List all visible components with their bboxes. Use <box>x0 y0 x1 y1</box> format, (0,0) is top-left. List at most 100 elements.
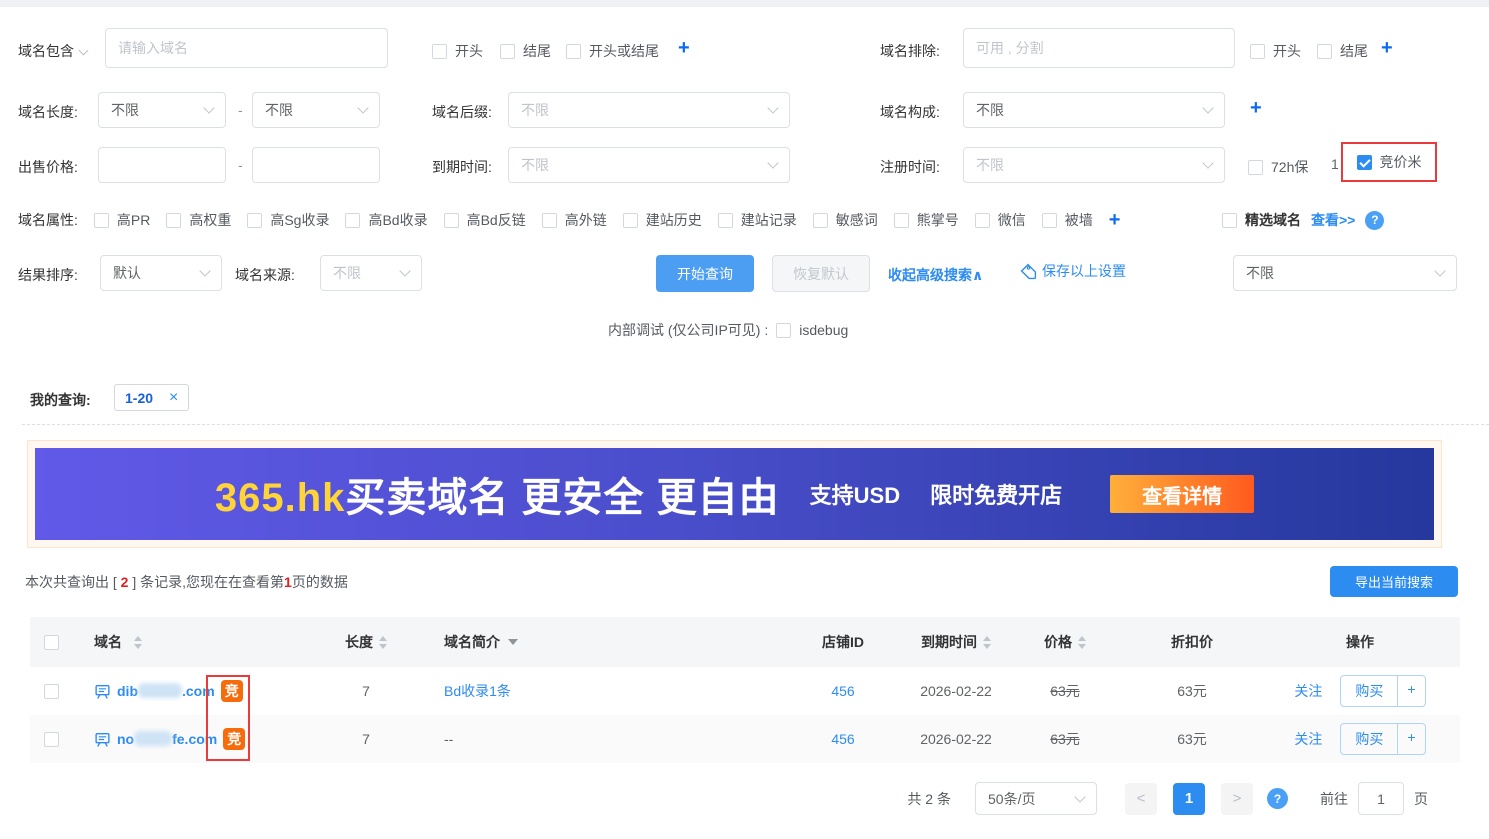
length-min-select[interactable]: 不限 <box>98 92 226 128</box>
sort-icon[interactable] <box>983 636 991 649</box>
checkbox-attr-sg[interactable]: 高Sg收录 <box>247 210 329 230</box>
source-select[interactable]: 不限 <box>320 255 422 291</box>
suffix-select[interactable]: 不限 <box>508 92 790 128</box>
collapse-advanced-link[interactable]: 收起高级搜索∧ <box>888 265 983 285</box>
row-checkbox[interactable] <box>44 684 59 699</box>
close-icon[interactable]: × <box>169 390 178 406</box>
checkbox-featured[interactable]: 精选域名 <box>1222 210 1301 230</box>
checkbox-contain-startend[interactable]: 开头或结尾 <box>566 41 659 61</box>
prev-page-button[interactable]: < <box>1125 783 1157 815</box>
checkbox-contain-start[interactable]: 开头 <box>432 41 483 61</box>
checkbox-box-checked[interactable] <box>1357 155 1372 170</box>
length-max-select[interactable]: 不限 <box>252 92 380 128</box>
follow-link[interactable]: 关注 <box>1294 681 1322 701</box>
sort-icon[interactable] <box>1078 636 1086 649</box>
checkbox-attr-weight[interactable]: 高权重 <box>166 210 231 230</box>
checkbox-72h[interactable]: 72h保 <box>1248 157 1308 177</box>
add-contain-condition-button[interactable]: + <box>678 38 690 58</box>
price-min-input[interactable] <box>98 147 226 183</box>
right-filter-select[interactable]: 不限 <box>1233 255 1457 291</box>
checkbox-box[interactable] <box>776 323 791 338</box>
domain-exclude-input[interactable] <box>963 28 1235 68</box>
checkbox-auction[interactable]: 竞价米 <box>1357 152 1422 172</box>
sort-select[interactable]: 默认 <box>100 255 222 291</box>
checkbox-box[interactable] <box>623 213 638 228</box>
intro-link[interactable]: Bd收录1条 <box>444 681 511 701</box>
regtime-select[interactable]: 不限 <box>963 147 1225 183</box>
header-intro[interactable]: 域名简介 <box>416 632 780 652</box>
query-tag[interactable]: 1-20 × <box>114 384 189 411</box>
checkbox-attr-bd-include[interactable]: 高Bd收录 <box>345 210 427 230</box>
checkbox-exclude-start[interactable]: 开头 <box>1250 41 1301 61</box>
add-compose-condition-button[interactable]: + <box>1250 98 1262 118</box>
header-expire[interactable]: 到期时间 <box>906 632 1006 652</box>
shop-id-link[interactable]: 456 <box>831 731 854 747</box>
checkbox-contain-end[interactable]: 结尾 <box>500 41 551 61</box>
page-size-select[interactable]: 50条/页 <box>975 782 1097 815</box>
row-checkbox[interactable] <box>44 732 59 747</box>
header-domain[interactable]: 域名 <box>76 632 316 652</box>
checkbox-box[interactable] <box>1248 160 1263 175</box>
ad-banner[interactable]: 365.hk买卖域名 更安全 更自由 支持USD 限时免费开店 查看详情 <box>35 448 1434 540</box>
sort-icon[interactable] <box>134 636 142 649</box>
checkbox-box[interactable] <box>542 213 557 228</box>
buy-button[interactable]: 购买 <box>1341 676 1397 706</box>
domain-input[interactable] <box>105 28 388 68</box>
header-price[interactable]: 价格 <box>1006 632 1124 652</box>
domain-contain-label[interactable]: 域名包含 <box>18 41 87 61</box>
expire-select[interactable]: 不限 <box>508 147 790 183</box>
checkbox-box[interactable] <box>1222 213 1237 228</box>
checkbox-attr-pr[interactable]: 高PR <box>94 210 150 230</box>
select-all-checkbox[interactable] <box>44 635 59 650</box>
checkbox-box[interactable] <box>345 213 360 228</box>
checkbox-box[interactable] <box>500 44 515 59</box>
add-exclude-condition-button[interactable]: + <box>1381 38 1393 58</box>
domain-link[interactable]: dib.com <box>117 683 215 699</box>
next-page-button[interactable]: > <box>1221 783 1253 815</box>
price-max-input[interactable] <box>252 147 380 183</box>
add-to-cart-button[interactable]: + <box>1397 676 1424 706</box>
view-featured-link[interactable]: 查看>> <box>1311 210 1355 230</box>
checkbox-box[interactable] <box>1250 44 1265 59</box>
compose-select[interactable]: 不限 <box>963 92 1225 128</box>
goto-page-input[interactable] <box>1358 782 1404 815</box>
checkbox-box[interactable] <box>1042 213 1057 228</box>
page-number-button[interactable]: 1 <box>1173 783 1205 815</box>
header-length[interactable]: 长度 <box>316 632 416 652</box>
help-icon[interactable]: ? <box>1267 788 1288 809</box>
checkbox-box[interactable] <box>432 44 447 59</box>
checkbox-box[interactable] <box>94 213 109 228</box>
checkbox-attr-wechat[interactable]: 微信 <box>975 210 1026 230</box>
checkbox-attr-bd-backlink[interactable]: 高Bd反链 <box>444 210 526 230</box>
reset-button[interactable]: 恢复默认 <box>772 255 870 292</box>
checkbox-exclude-end[interactable]: 结尾 <box>1317 41 1368 61</box>
domain-link[interactable]: nofe.com <box>117 731 217 747</box>
sort-icon[interactable] <box>379 636 387 649</box>
checkbox-attr-blocked[interactable]: 被墙 <box>1042 210 1093 230</box>
checkbox-attr-sensitive[interactable]: 敏感词 <box>813 210 878 230</box>
add-attr-condition-button[interactable]: + <box>1109 210 1121 230</box>
search-button[interactable]: 开始查询 <box>656 255 754 292</box>
checkbox-box[interactable] <box>1317 44 1332 59</box>
checkbox-attr-site-record[interactable]: 建站记录 <box>718 210 797 230</box>
checkbox-box[interactable] <box>247 213 262 228</box>
help-icon[interactable]: ? <box>1365 211 1384 230</box>
save-settings-link[interactable]: 保存以上设置 <box>1020 261 1126 281</box>
checkbox-isdebug[interactable]: isdebug <box>776 322 848 338</box>
follow-link[interactable]: 关注 <box>1294 729 1322 749</box>
export-button[interactable]: 导出当前搜索 <box>1330 566 1458 597</box>
checkbox-box[interactable] <box>444 213 459 228</box>
checkbox-box[interactable] <box>166 213 181 228</box>
checkbox-attr-extlink[interactable]: 高外链 <box>542 210 607 230</box>
buy-button[interactable]: 购买 <box>1341 724 1397 754</box>
checkbox-box[interactable] <box>718 213 733 228</box>
checkbox-box[interactable] <box>975 213 990 228</box>
checkbox-box[interactable] <box>894 213 909 228</box>
checkbox-box[interactable] <box>566 44 581 59</box>
checkbox-attr-xiongzhang[interactable]: 熊掌号 <box>894 210 959 230</box>
filter-dropdown-icon[interactable] <box>508 639 518 645</box>
checkbox-attr-site-history[interactable]: 建站历史 <box>623 210 702 230</box>
banner-cta-button[interactable]: 查看详情 <box>1110 475 1254 513</box>
checkbox-box[interactable] <box>813 213 828 228</box>
add-to-cart-button[interactable]: + <box>1397 724 1424 754</box>
